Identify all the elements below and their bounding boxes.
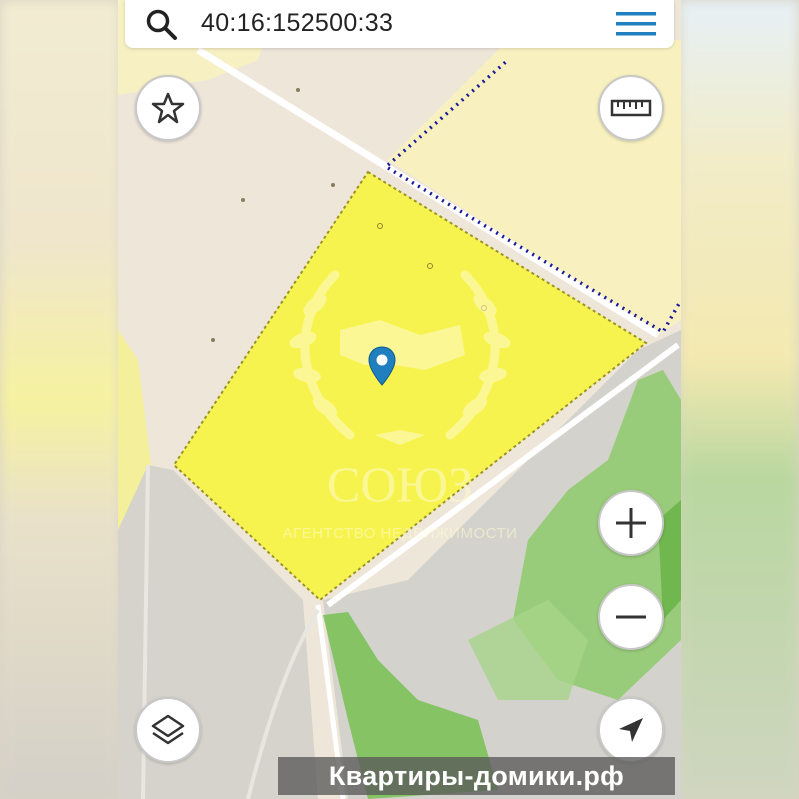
search-icon[interactable] bbox=[145, 8, 179, 42]
layers-button[interactable] bbox=[135, 697, 201, 763]
ruler-icon bbox=[610, 99, 652, 117]
map-view[interactable] bbox=[118, 0, 681, 799]
map-pin-icon[interactable] bbox=[367, 345, 397, 389]
navigation-arrow-icon bbox=[619, 718, 643, 742]
map-dot bbox=[241, 198, 245, 202]
map-dot bbox=[296, 88, 300, 92]
minus-icon bbox=[616, 615, 646, 619]
measure-button[interactable] bbox=[598, 75, 664, 141]
map-canvas[interactable] bbox=[118, 0, 681, 799]
search-bar[interactable]: 40:16:152500:33 bbox=[125, 0, 674, 48]
layers-icon bbox=[151, 714, 185, 745]
star-icon bbox=[151, 92, 185, 124]
map-dot bbox=[331, 183, 335, 187]
search-input[interactable]: 40:16:152500:33 bbox=[201, 9, 393, 38]
left-blur-strip bbox=[0, 0, 120, 799]
favorite-button[interactable] bbox=[135, 75, 201, 141]
my-location-button[interactable] bbox=[598, 697, 664, 763]
right-blur-strip bbox=[679, 0, 799, 799]
plus-icon bbox=[616, 508, 646, 538]
map-dot bbox=[211, 338, 215, 342]
hamburger-menu-icon[interactable] bbox=[616, 10, 656, 38]
zoom-in-button[interactable] bbox=[598, 490, 664, 556]
zoom-out-button[interactable] bbox=[598, 584, 664, 650]
website-banner: Квартиры-домики.рф bbox=[278, 757, 675, 795]
